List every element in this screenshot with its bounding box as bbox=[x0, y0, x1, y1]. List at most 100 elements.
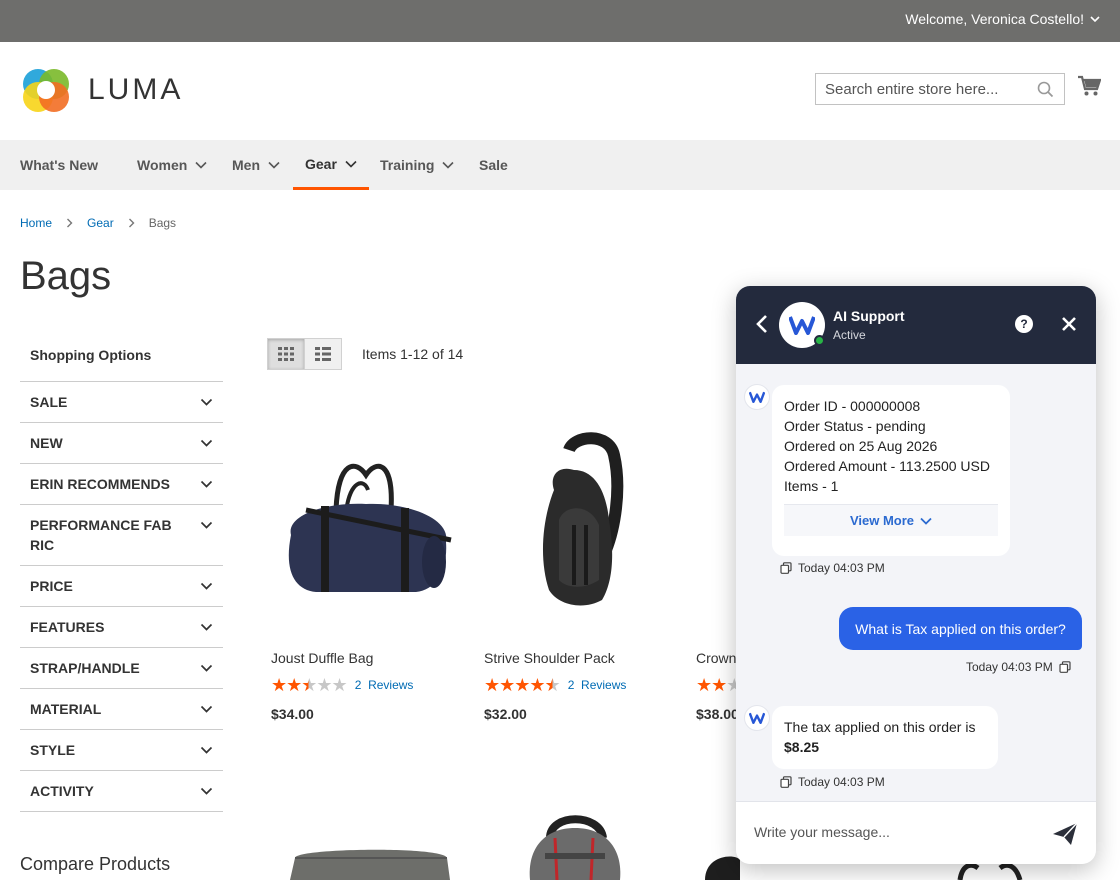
reviews-link[interactable]: 2 Reviews bbox=[355, 678, 414, 692]
chevron-down-icon bbox=[268, 161, 280, 169]
order-status: Order Status - pending bbox=[784, 418, 926, 434]
duffle-bag-image bbox=[288, 463, 452, 592]
close-icon[interactable] bbox=[1061, 316, 1077, 332]
filter-style[interactable]: STYLE bbox=[20, 730, 223, 771]
timestamp-text: Today 04:03 PM bbox=[798, 775, 885, 789]
filter-features[interactable]: FEATURES bbox=[20, 607, 223, 648]
filter-new[interactable]: NEW bbox=[20, 423, 223, 464]
filter-label: ERIN RECOMMENDS bbox=[30, 476, 171, 492]
chevron-down-icon bbox=[200, 582, 213, 590]
product-item: Strive Shoulder Pack ★★★★★ 2 Reviews $32… bbox=[474, 400, 674, 722]
nav-label: What's New bbox=[20, 157, 99, 173]
message-timestamp: Today 04:03 PM bbox=[780, 775, 885, 789]
tax-answer-message: The tax applied on this order is $8.25 bbox=[772, 706, 998, 769]
nav-item-men[interactable]: Men bbox=[232, 140, 280, 190]
backpack-image[interactable] bbox=[515, 808, 635, 880]
chevron-left-icon[interactable] bbox=[756, 314, 768, 334]
rating-stars: ★★★★★ bbox=[484, 675, 561, 695]
filter-label: FEATURES bbox=[30, 619, 105, 635]
chevron-down-icon bbox=[200, 623, 213, 631]
chevron-down-icon bbox=[200, 664, 213, 672]
top-bar: Welcome, Veronica Costello! bbox=[0, 0, 1120, 42]
breadcrumb-current: Bags bbox=[148, 216, 177, 230]
online-status-dot bbox=[814, 335, 825, 346]
logo-text: LUMA bbox=[88, 73, 184, 106]
product-image[interactable] bbox=[474, 400, 674, 640]
breadcrumb-home[interactable]: Home bbox=[20, 216, 52, 230]
brand-w-icon bbox=[749, 712, 765, 724]
chevron-down-icon bbox=[200, 705, 213, 713]
agent-avatar bbox=[779, 302, 825, 348]
brand-w-icon bbox=[749, 391, 765, 403]
main-navigation: What's New Women Men Gear Training Sale bbox=[0, 140, 1120, 190]
filter-material[interactable]: MATERIAL bbox=[20, 689, 223, 730]
order-date: Ordered on 25 Aug 2026 bbox=[784, 438, 938, 454]
view-modes bbox=[267, 338, 342, 370]
timestamp-text: Today 04:03 PM bbox=[798, 561, 885, 575]
shopping-options-title: Shopping Options bbox=[20, 340, 223, 382]
cart-icon bbox=[1078, 75, 1102, 96]
product-price: $32.00 bbox=[484, 706, 527, 722]
filter-label: MATERIAL bbox=[30, 701, 102, 717]
reviews-link[interactable]: 2 Reviews bbox=[568, 678, 627, 692]
bot-avatar bbox=[744, 705, 770, 731]
nav-item-gear[interactable]: Gear bbox=[293, 140, 369, 190]
list-icon bbox=[315, 347, 331, 361]
search-icon[interactable] bbox=[1037, 81, 1054, 98]
bot-avatar bbox=[744, 384, 770, 410]
filter-price[interactable]: PRICE bbox=[20, 566, 223, 607]
messenger-bag-image[interactable] bbox=[285, 838, 455, 880]
tax-text: The tax applied on this order is bbox=[784, 719, 976, 735]
copy-icon[interactable] bbox=[1059, 661, 1071, 673]
filter-erin-recommends[interactable]: ERIN RECOMMENDS bbox=[20, 464, 223, 505]
brand-w-icon bbox=[789, 316, 815, 335]
product-name[interactable]: Joust Duffle Bag bbox=[271, 650, 461, 666]
product-price: $34.00 bbox=[271, 706, 314, 722]
filter-performance-fabric[interactable]: PERFORMANCE FABRIC bbox=[20, 505, 223, 566]
tax-amount: $8.25 bbox=[784, 739, 820, 755]
send-icon[interactable] bbox=[1052, 822, 1078, 846]
customer-menu[interactable]: Welcome, Veronica Costello! bbox=[905, 11, 1100, 27]
search-box bbox=[815, 73, 1065, 105]
list-view-button[interactable] bbox=[304, 338, 342, 370]
filter-label: STYLE bbox=[30, 742, 76, 758]
order-items: Items - 1 bbox=[784, 478, 839, 494]
minicart[interactable] bbox=[1077, 75, 1102, 102]
nav-item-whats-new[interactable]: What's New bbox=[20, 140, 98, 190]
filter-label: STRAP/HANDLE bbox=[30, 660, 140, 676]
chat-header: AI Support Active ? bbox=[736, 286, 1096, 364]
filter-activity[interactable]: ACTIVITY bbox=[20, 771, 223, 812]
nav-item-women[interactable]: Women bbox=[137, 140, 207, 190]
reviews-label: Reviews bbox=[368, 678, 414, 692]
shoulder-pack-image bbox=[542, 432, 624, 606]
filter-label: ACTIVITY bbox=[30, 783, 94, 799]
chevron-down-icon bbox=[442, 161, 455, 169]
view-more-button[interactable]: View More bbox=[784, 504, 998, 536]
chevron-right-icon bbox=[128, 218, 135, 228]
copy-icon[interactable] bbox=[780, 562, 792, 574]
luma-logo-icon bbox=[23, 69, 69, 112]
chevron-down-icon bbox=[200, 787, 213, 795]
product-name[interactable]: Strive Shoulder Pack bbox=[484, 650, 674, 666]
breadcrumb-gear[interactable]: Gear bbox=[87, 216, 114, 230]
grid-view-button[interactable] bbox=[267, 338, 305, 370]
nav-label: Women bbox=[137, 157, 188, 173]
header: LUMA bbox=[0, 42, 1120, 140]
help-icon[interactable]: ? bbox=[1015, 315, 1033, 333]
store-logo[interactable]: LUMA bbox=[20, 64, 183, 116]
search-input[interactable] bbox=[825, 80, 1025, 98]
copy-icon[interactable] bbox=[780, 776, 792, 788]
nav-label: Men bbox=[232, 157, 260, 173]
chevron-down-icon bbox=[345, 160, 357, 168]
chevron-down-icon bbox=[200, 398, 213, 406]
toolbar-amount: Items 1-12 of 14 bbox=[362, 346, 464, 362]
nav-item-sale[interactable]: Sale bbox=[479, 140, 508, 190]
gym-bag-image[interactable] bbox=[700, 845, 740, 880]
product-image[interactable] bbox=[261, 400, 461, 640]
message-input[interactable] bbox=[754, 824, 1024, 840]
chevron-down-icon bbox=[200, 480, 213, 488]
filter-strap-handle[interactable]: STRAP/HANDLE bbox=[20, 648, 223, 689]
nav-item-training[interactable]: Training bbox=[380, 140, 455, 190]
filter-sale[interactable]: SALE bbox=[20, 382, 223, 423]
order-amount: Ordered Amount - 113.2500 USD bbox=[784, 458, 990, 474]
